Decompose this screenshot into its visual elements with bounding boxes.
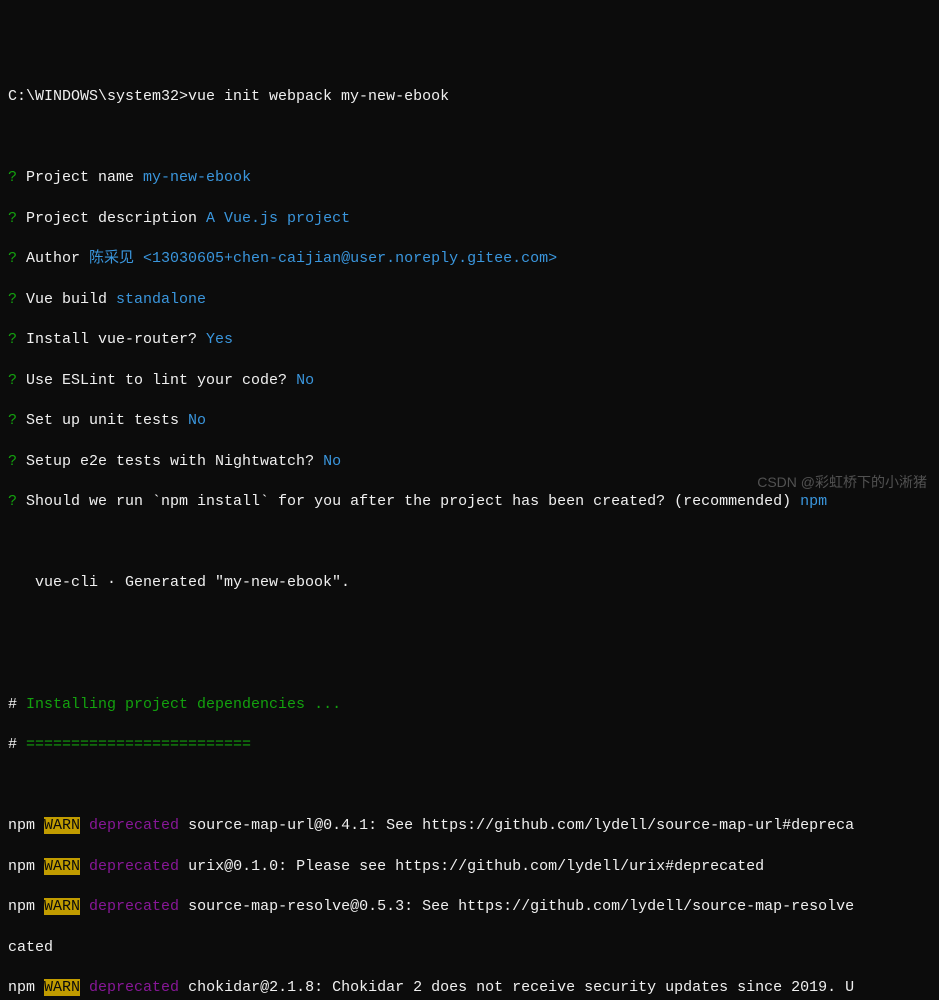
npm-warn-line: npm WARN deprecated source-map-url@0.4.1…: [8, 816, 931, 836]
npm-label: npm: [8, 898, 44, 915]
question-value: 陈采见 <13030605+chen-caijian@user.noreply.…: [89, 250, 557, 267]
question-line: ? Install vue-router? Yes: [8, 330, 931, 350]
question-line: ? Should we run `npm install` for you af…: [8, 492, 931, 512]
separator-text: =========================: [17, 736, 251, 753]
generated-line: vue-cli · Generated "my-new-ebook".: [8, 573, 931, 593]
question-mark-icon: ?: [8, 210, 17, 227]
question-line: ? Project name my-new-ebook: [8, 168, 931, 188]
npm-label: npm: [8, 817, 44, 834]
blank-line: [8, 533, 931, 553]
install-text: Installing project dependencies ...: [26, 696, 341, 713]
deprecated-label: deprecated: [80, 898, 179, 915]
question-label: Vue build: [17, 291, 116, 308]
question-line: ? Set up unit tests No: [8, 411, 931, 431]
question-mark-icon: ?: [8, 169, 17, 186]
blank-line: [8, 654, 931, 674]
question-value: Yes: [206, 331, 233, 348]
hash-icon: #: [8, 736, 17, 753]
npm-warn-line: npm WARN deprecated chokidar@2.1.8: Chok…: [8, 978, 931, 998]
npm-warn-line: npm WARN deprecated urix@0.1.0: Please s…: [8, 857, 931, 877]
question-value: No: [188, 412, 206, 429]
question-value: No: [296, 372, 314, 389]
command-line: C:\WINDOWS\system32>vue init webpack my-…: [8, 87, 931, 107]
question-label: Author: [17, 250, 89, 267]
warn-badge: WARN: [44, 979, 80, 996]
npm-label: npm: [8, 858, 44, 875]
question-mark-icon: ?: [8, 291, 17, 308]
warn-message: source-map-resolve@0.5.3: See https://gi…: [179, 898, 854, 915]
question-line: ? Project description A Vue.js project: [8, 209, 931, 229]
question-mark-icon: ?: [8, 372, 17, 389]
warn-badge: WARN: [44, 858, 80, 875]
install-header: # Installing project dependencies ...: [8, 695, 931, 715]
question-mark-icon: ?: [8, 493, 17, 510]
question-label: Setup e2e tests with Nightwatch?: [17, 453, 323, 470]
question-label: Set up unit tests: [17, 412, 188, 429]
question-label: Project name: [17, 169, 143, 186]
npm-label: npm: [8, 979, 44, 996]
deprecated-label: deprecated: [80, 858, 179, 875]
question-line: ? Vue build standalone: [8, 290, 931, 310]
install-separator: # =========================: [8, 735, 931, 755]
question-value: standalone: [116, 291, 206, 308]
question-line: ? Setup e2e tests with Nightwatch? No: [8, 452, 931, 472]
question-value: A Vue.js project: [206, 210, 350, 227]
question-label: Project description: [17, 210, 206, 227]
question-line: ? Author 陈采见 <13030605+chen-caijian@user…: [8, 249, 931, 269]
watermark: CSDN @彩虹桥下的小淅猪: [757, 473, 927, 492]
warn-badge: WARN: [44, 898, 80, 915]
question-value: npm: [800, 493, 827, 510]
blank-line: [8, 128, 931, 148]
question-mark-icon: ?: [8, 250, 17, 267]
npm-warn-line: npm WARN deprecated source-map-resolve@0…: [8, 897, 931, 917]
question-label: Install vue-router?: [17, 331, 206, 348]
question-mark-icon: ?: [8, 412, 17, 429]
prompt-command: vue init webpack my-new-ebook: [188, 88, 449, 105]
question-line: ? Use ESLint to lint your code? No: [8, 371, 931, 391]
question-value: my-new-ebook: [143, 169, 251, 186]
prompt-path: C:\WINDOWS\system32>: [8, 88, 188, 105]
warn-badge: WARN: [44, 817, 80, 834]
warn-message: source-map-url@0.4.1: See https://github…: [179, 817, 854, 834]
blank-line: [8, 776, 931, 796]
hash-icon: #: [8, 696, 26, 713]
question-label: Use ESLint to lint your code?: [17, 372, 296, 389]
question-label: Should we run `npm install` for you afte…: [17, 493, 800, 510]
question-mark-icon: ?: [8, 453, 17, 470]
continuation-line: cated: [8, 938, 931, 958]
deprecated-label: deprecated: [80, 979, 179, 996]
question-value: No: [323, 453, 341, 470]
question-mark-icon: ?: [8, 331, 17, 348]
deprecated-label: deprecated: [80, 817, 179, 834]
blank-line: [8, 614, 931, 634]
warn-message: urix@0.1.0: Please see https://github.co…: [179, 858, 764, 875]
warn-message: chokidar@2.1.8: Chokidar 2 does not rece…: [179, 979, 854, 996]
